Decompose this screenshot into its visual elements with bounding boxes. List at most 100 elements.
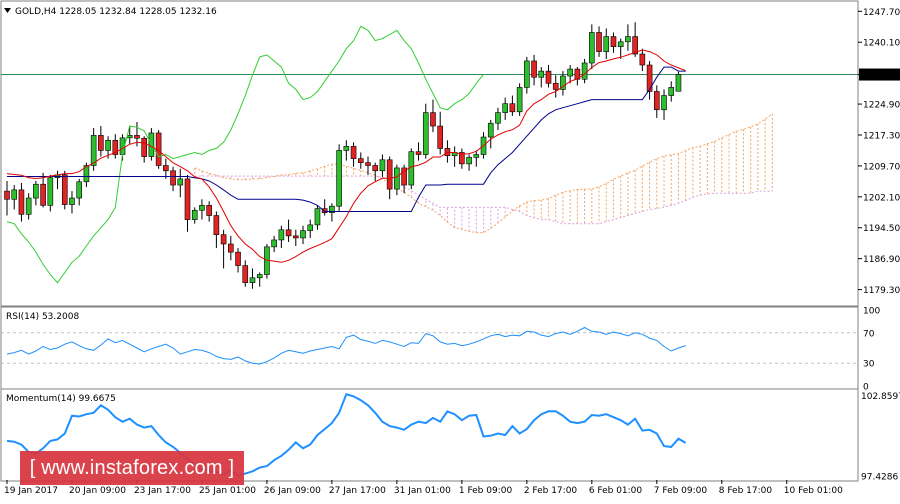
candle — [47, 174, 54, 212]
x-tick-label: 6 Feb 01:00 — [589, 486, 643, 496]
dropdown-triangle-icon — [4, 8, 11, 13]
candle — [394, 164, 400, 196]
candle-body — [4, 190, 10, 200]
candle-body — [466, 157, 472, 165]
candle — [170, 166, 176, 192]
candle — [466, 154, 472, 171]
candle-body — [617, 41, 624, 48]
candle — [444, 140, 451, 163]
candle-body — [415, 151, 422, 155]
candle — [235, 248, 241, 273]
candle-body — [430, 112, 436, 127]
candle-body — [170, 170, 176, 186]
candle-body — [105, 139, 111, 151]
ichimoku-cloud — [194, 113, 773, 233]
candle-body — [285, 229, 292, 237]
candle-body — [206, 205, 212, 216]
candle-body — [256, 274, 263, 279]
candle — [545, 65, 552, 88]
candle-body — [394, 167, 400, 190]
candle — [668, 81, 675, 102]
main-chart-title: GOLD,H4 1228.05 1232.84 1228.05 1232.16 — [15, 7, 217, 17]
candle-body — [596, 32, 602, 52]
candle — [249, 268, 256, 289]
candle — [285, 219, 292, 242]
candle-body — [610, 36, 617, 48]
x-tick-label: 7 Feb 09:00 — [654, 486, 708, 496]
candle — [596, 26, 602, 57]
candle-body — [300, 230, 306, 239]
candle-body — [213, 215, 220, 235]
candle-body — [639, 53, 646, 66]
candle-body — [437, 125, 444, 149]
x-tick-label: 8 Feb 17:00 — [719, 486, 773, 496]
candle-body — [516, 87, 523, 113]
rsi-tick-label: 100 — [863, 307, 880, 317]
candle-body — [271, 239, 277, 248]
candle — [473, 150, 480, 167]
candle — [487, 119, 494, 149]
candle — [336, 144, 342, 212]
candle-body — [372, 165, 379, 172]
x-tick-label: 20 Jan 09:00 — [69, 486, 126, 496]
candle-body — [422, 112, 429, 155]
candle-body — [98, 135, 104, 151]
candle — [292, 229, 299, 247]
chart-canvas: GOLD,H4 1228.05 1232.84 1228.05 1232.16 1… — [0, 0, 900, 496]
candle — [552, 75, 559, 98]
candle — [141, 136, 147, 163]
candle — [33, 180, 39, 206]
candle — [256, 272, 263, 287]
candle — [581, 58, 588, 84]
x-tick-label: 23 Jan 17:00 — [134, 486, 191, 496]
x-tick-label: 31 Jan 01:00 — [394, 486, 451, 496]
candle — [4, 180, 10, 216]
candle — [610, 32, 617, 53]
candle-body — [163, 165, 169, 172]
y-tick-label: 1240.10 — [863, 39, 900, 49]
kijun-sen-line — [7, 66, 686, 212]
candle — [184, 174, 191, 232]
y-tick-label: 1202.10 — [863, 193, 900, 203]
x-tick-label: 19 Jan 2017 — [4, 486, 58, 496]
candle-body — [47, 177, 54, 206]
candle — [69, 191, 75, 214]
candle-body — [25, 197, 32, 215]
candle-body — [379, 159, 386, 172]
candle — [98, 126, 104, 157]
candle-body — [314, 208, 321, 226]
candle — [408, 148, 415, 190]
candle — [502, 97, 508, 120]
y-tick-label: 1224.90 — [863, 101, 900, 111]
candle — [379, 154, 386, 177]
candle — [307, 219, 314, 238]
candle — [191, 207, 198, 224]
candle — [459, 148, 465, 169]
rsi-title: RSI(14) 53.2008 — [6, 312, 79, 322]
y-tick-label: 1247.70 — [863, 8, 900, 18]
candle — [213, 211, 220, 249]
y-tick-label: 1179.30 — [863, 286, 900, 296]
rsi-tick-label: 30 — [863, 360, 875, 370]
momentum-tick-label: 97.4286 — [861, 473, 898, 483]
candle-body — [653, 91, 660, 111]
candle-body — [220, 234, 227, 245]
candle-body — [184, 178, 191, 220]
x-tick-label: 1 Feb 09:00 — [459, 486, 513, 496]
candle-body — [357, 158, 364, 163]
candle — [220, 229, 227, 269]
candle — [675, 71, 682, 92]
candle — [350, 142, 357, 167]
candle — [278, 225, 285, 249]
candle-body — [141, 137, 147, 157]
y-tick-label: 1194.50 — [863, 224, 900, 234]
candle-body — [336, 150, 342, 207]
candle-body — [509, 103, 516, 113]
candle — [242, 260, 249, 287]
candle-body — [524, 60, 530, 88]
rsi-panel-frame — [0, 306, 859, 390]
candle — [329, 203, 335, 222]
candle-body — [365, 162, 371, 166]
candle-body — [249, 277, 256, 283]
rsi-tick-label: 0 — [863, 383, 869, 393]
